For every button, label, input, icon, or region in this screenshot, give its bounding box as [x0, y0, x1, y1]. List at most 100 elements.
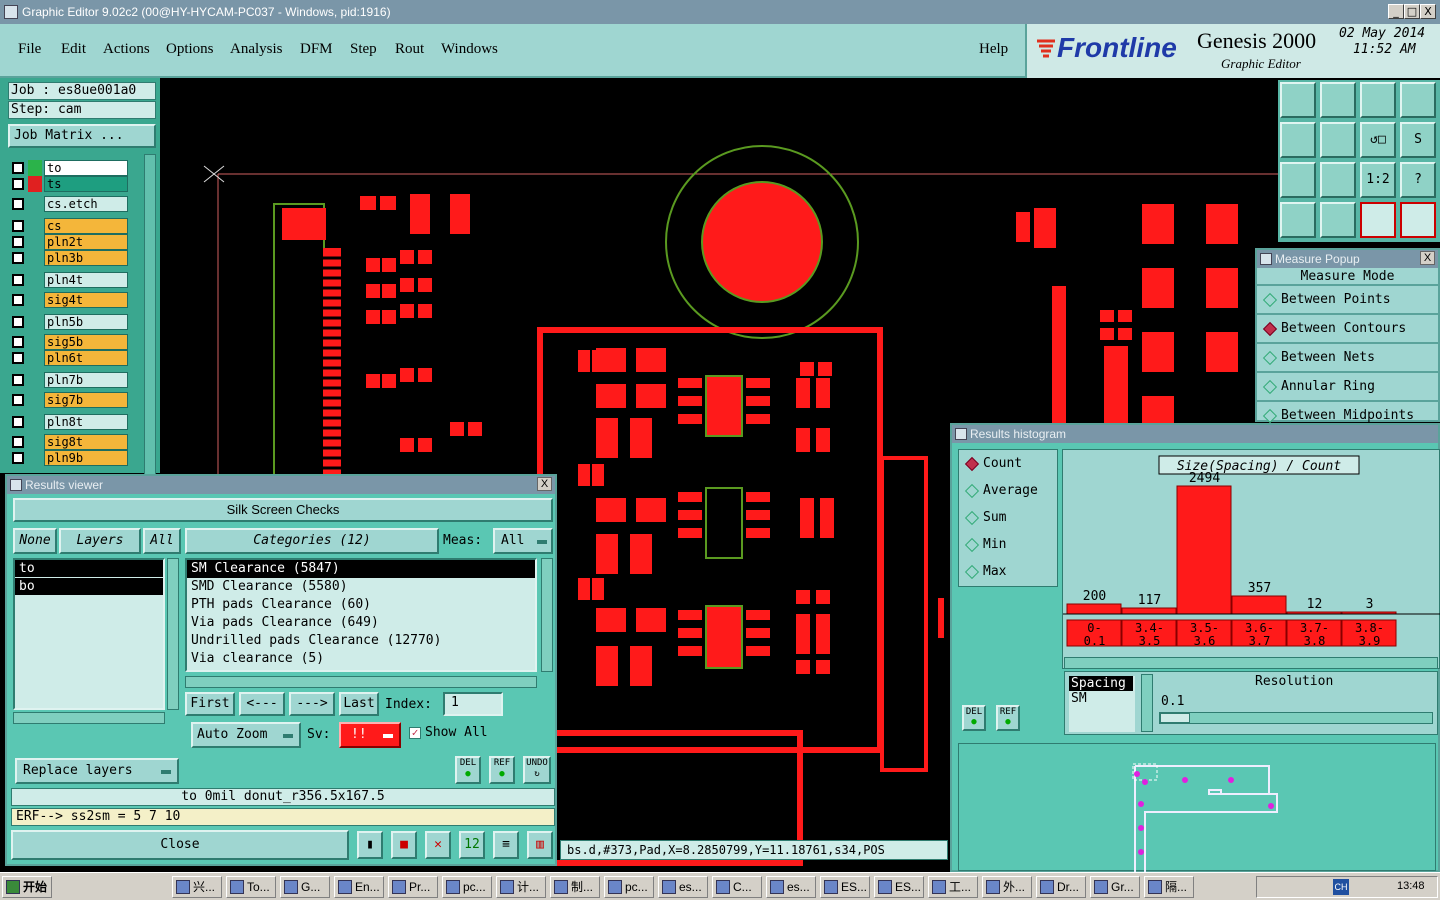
- ref-button[interactable]: REF ●: [489, 756, 515, 784]
- taskbar-item[interactable]: Pr...: [388, 876, 438, 898]
- histogram-option[interactable]: Count: [959, 450, 1057, 477]
- auto-zoom-select[interactable]: Auto Zoom: [191, 722, 301, 748]
- layer-name[interactable]: pln2t: [44, 234, 128, 250]
- taskbar-item[interactable]: To...: [226, 876, 276, 898]
- toolbar-cancel-icon[interactable]: ✕: [425, 831, 451, 859]
- measure-mode-option[interactable]: Between Points: [1257, 286, 1438, 315]
- layer-name[interactable]: sig5b: [44, 334, 128, 350]
- categories-scrollbar[interactable]: [541, 558, 553, 672]
- toolbar-info-icon[interactable]: ▮: [357, 831, 383, 859]
- layer-name[interactable]: pln4t: [44, 272, 128, 288]
- layer-row[interactable]: pln5b: [10, 314, 128, 330]
- toolbar-chart-icon[interactable]: ▥: [527, 831, 553, 859]
- toolbar-number-icon[interactable]: 12: [459, 831, 485, 859]
- none-button[interactable]: None: [13, 528, 57, 554]
- histogram-bar[interactable]: [1121, 607, 1177, 615]
- histogram-option[interactable]: Sum: [959, 504, 1057, 531]
- sm-item[interactable]: SM: [1069, 691, 1135, 706]
- menu-edit[interactable]: Edit: [61, 41, 86, 58]
- menu-rout[interactable]: Rout: [395, 41, 424, 58]
- layers2-icon[interactable]: [1400, 202, 1436, 238]
- menu-windows[interactable]: Windows: [441, 41, 498, 58]
- layer-row[interactable]: pln3b: [10, 250, 128, 266]
- taskbar-item[interactable]: C...: [712, 876, 762, 898]
- histogram-preview[interactable]: [958, 743, 1436, 874]
- index-input[interactable]: 1: [443, 692, 503, 716]
- histogram-ref-button[interactable]: REF ●: [996, 705, 1020, 731]
- close-button[interactable]: Close: [11, 830, 349, 860]
- tools-icon[interactable]: [1280, 202, 1316, 238]
- measure-close-button[interactable]: X: [1420, 251, 1435, 265]
- spacing-list[interactable]: Spacing SM: [1069, 676, 1135, 732]
- histogram-option[interactable]: Average: [959, 477, 1057, 504]
- layer-checkbox[interactable]: [12, 294, 24, 306]
- spacing-item[interactable]: Spacing: [1069, 676, 1133, 691]
- histogram-hscroll[interactable]: [1064, 657, 1438, 669]
- measure-mode-option[interactable]: Annular Ring: [1257, 373, 1438, 402]
- menu-analysis[interactable]: Analysis: [230, 41, 283, 58]
- taskbar-item[interactable]: 隔...: [1144, 876, 1194, 898]
- taskbar-item[interactable]: 计...: [496, 876, 546, 898]
- layer-checkbox[interactable]: [12, 316, 24, 328]
- prev-button[interactable]: <---: [239, 692, 285, 716]
- menu-actions[interactable]: Actions: [103, 41, 150, 58]
- last-button[interactable]: Last: [339, 692, 379, 716]
- categories-list[interactable]: SM Clearance (5847) SMD Clearance (5580) P…: [185, 558, 537, 672]
- layer-name[interactable]: cs.etch: [44, 196, 128, 212]
- category-item[interactable]: Via pads Clearance (649): [187, 614, 535, 632]
- taskbar-item[interactable]: es...: [658, 876, 708, 898]
- layer-row[interactable]: cs: [10, 218, 128, 234]
- layer-checkbox[interactable]: [12, 374, 24, 386]
- toolbar-record-icon[interactable]: ■: [391, 831, 417, 859]
- lang-indicator[interactable]: CH: [1333, 879, 1349, 895]
- category-item[interactable]: Via clearance (5): [187, 650, 535, 668]
- layer-checkbox[interactable]: [12, 352, 24, 364]
- toolbar-notes-icon[interactable]: ≡: [493, 831, 519, 859]
- maximize-button[interactable]: □: [1404, 4, 1420, 19]
- layer-row[interactable]: pln7b: [10, 372, 128, 388]
- show-all-checkbox[interactable]: ✓: [409, 727, 421, 739]
- layer-checkbox[interactable]: [12, 416, 24, 428]
- layer-row[interactable]: cs.etch: [10, 196, 128, 212]
- taskbar-item[interactable]: ES...: [820, 876, 870, 898]
- layer-row[interactable]: pln9b: [10, 450, 128, 466]
- menu-step[interactable]: Step: [350, 41, 377, 58]
- undo-button[interactable]: UNDO ↻: [523, 756, 551, 784]
- layer-row[interactable]: pln8t: [10, 414, 128, 430]
- center-icon[interactable]: [1320, 162, 1356, 198]
- menu-dfm[interactable]: DFM: [300, 41, 333, 58]
- layer-checkbox[interactable]: [12, 162, 24, 174]
- scale-icon[interactable]: 1:2: [1360, 162, 1396, 198]
- layer-name[interactable]: pln5b: [44, 314, 128, 330]
- histogram-option[interactable]: Max: [959, 558, 1057, 585]
- layer-checkbox[interactable]: [12, 452, 24, 464]
- layer-row[interactable]: sig5b: [10, 334, 128, 350]
- layer-name[interactable]: sig4t: [44, 292, 128, 308]
- layer-list-scrollbar[interactable]: [167, 558, 179, 710]
- layer-row[interactable]: pln4t: [10, 272, 128, 288]
- grid-icon[interactable]: [1320, 202, 1356, 238]
- layer-row[interactable]: to: [10, 160, 128, 176]
- layer-color-swatch[interactable]: [28, 160, 42, 176]
- window-icon[interactable]: [1400, 82, 1436, 118]
- taskbar-item[interactable]: 工...: [928, 876, 978, 898]
- histogram-chart[interactable]: Size(Spacing) / Count2000-0.11173.4-3.52…: [1063, 450, 1440, 670]
- all-layers-button[interactable]: All: [143, 528, 181, 554]
- layer-result-item[interactable]: to: [15, 560, 163, 577]
- taskbar-item[interactable]: En...: [334, 876, 384, 898]
- next-button[interactable]: --->: [289, 692, 335, 716]
- layer-checkbox[interactable]: [12, 336, 24, 348]
- resolution-slider[interactable]: [1159, 712, 1433, 724]
- measure-mode-option[interactable]: Between Contours: [1257, 315, 1438, 344]
- spacing-scrollbar[interactable]: [1141, 674, 1153, 732]
- help-icon[interactable]: ?: [1400, 162, 1436, 198]
- histogram-bar[interactable]: [1231, 595, 1287, 615]
- zoom-in-icon[interactable]: [1320, 82, 1356, 118]
- silk-screen-checks-header[interactable]: Silk Screen Checks: [13, 498, 553, 522]
- taskbar-item[interactable]: ES...: [874, 876, 924, 898]
- measure-mode-option[interactable]: Between Nets: [1257, 344, 1438, 373]
- category-item[interactable]: SM Clearance (5847): [187, 560, 535, 578]
- taskbar-item[interactable]: 外...: [982, 876, 1032, 898]
- layer-checkbox[interactable]: [12, 252, 24, 264]
- sv-select[interactable]: !!: [339, 722, 401, 748]
